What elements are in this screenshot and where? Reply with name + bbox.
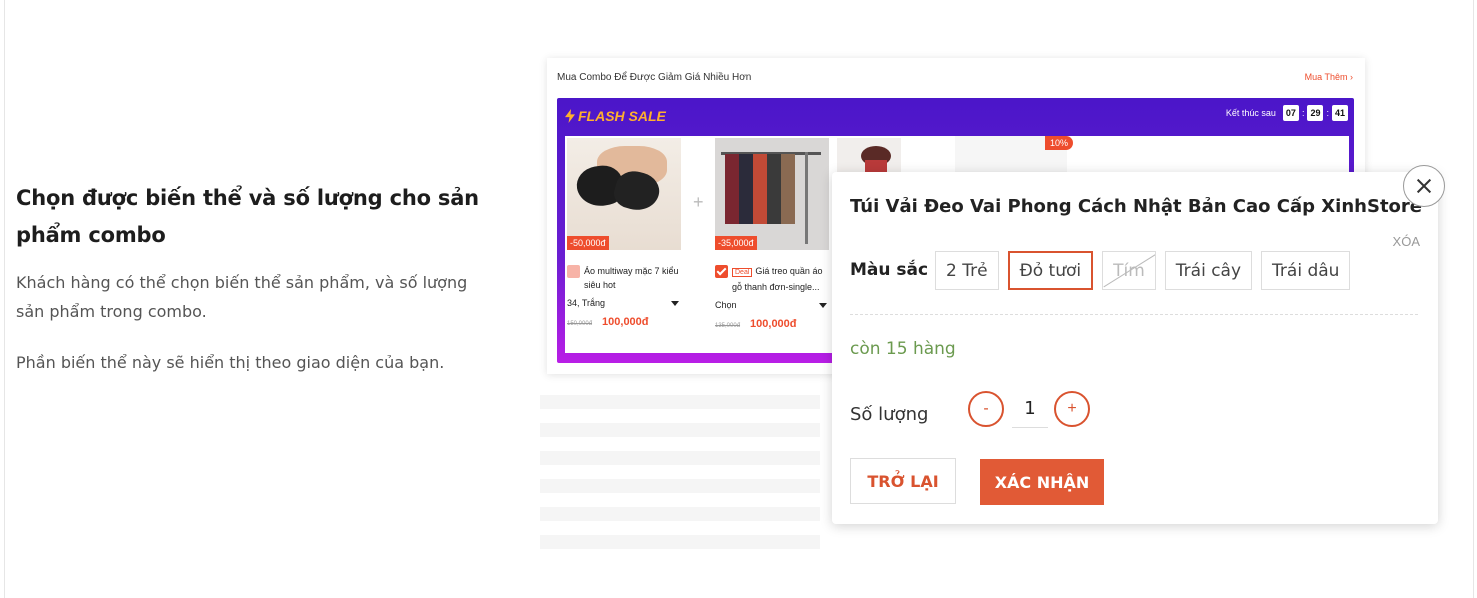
feature-para-1: Khách hàng có thể chọn biến thể sản phẩm… <box>16 273 468 321</box>
color-option[interactable]: Trái cây <box>1164 251 1253 290</box>
variant-value: 34, Trắng <box>567 298 606 308</box>
item-name-row: Áo multiway mặc 7 kiểu siêu hot <box>567 264 683 292</box>
combo-item: -35,000đ Deal Giá treo quần áo gỗ thanh đ… <box>715 138 831 330</box>
faded-background <box>540 395 820 555</box>
divider <box>850 314 1418 315</box>
combo-header: Mua Combo Để Được Giảm Giá Nhiều Hơn Mua… <box>547 58 1365 96</box>
dropdown-arrow-icon <box>671 301 679 306</box>
lightning-icon <box>565 109 575 123</box>
feature-heading: Chọn được biến thể và số lượng cho sản p… <box>16 186 479 247</box>
quantity-value[interactable]: 1 <box>1012 394 1048 428</box>
quantity-minus-button[interactable]: - <box>968 391 1004 427</box>
color-option-selected[interactable]: Đỏ tươi <box>1007 251 1094 290</box>
timer-label: Kết thúc sau <box>1225 108 1276 118</box>
flash-sale-title: FLASH SALE <box>565 108 666 124</box>
item-checkbox[interactable] <box>715 265 728 278</box>
plus-icon: + <box>693 192 704 212</box>
combo-item: -50,000đ Áo multiway mặc 7 kiểu siêu hot… <box>567 138 683 328</box>
stock-text: còn 15 hàng <box>850 339 956 359</box>
popup-product-title: Túi Vải Đeo Vai Phong Cách Nhật Bản Cao … <box>850 196 1423 217</box>
confirm-button[interactable]: XÁC NHẬN <box>980 459 1104 505</box>
discount-tag: 10% <box>1045 136 1074 150</box>
timer-sep: : <box>1301 108 1305 118</box>
item-name-wrap: Deal Giá treo quần áo gỗ thanh đơn-single… <box>732 264 831 294</box>
combo-header-title: Mua Combo Để Được Giảm Giá Nhiều Hơn <box>557 71 752 83</box>
quantity-plus-button[interactable]: + <box>1054 391 1090 427</box>
sale-price: 100,000đ <box>750 318 797 330</box>
timer-sep: : <box>1326 108 1329 118</box>
old-price: 135,000đ <box>715 323 741 329</box>
discount-badge: -50,000đ <box>567 236 609 250</box>
clear-button[interactable]: XÓA <box>1393 234 1420 249</box>
timer-seconds: 41 <box>1331 105 1348 121</box>
sale-price: 100,000đ <box>602 316 649 328</box>
back-button[interactable]: TRỞ LẠI <box>850 458 956 504</box>
feature-description: Chọn được biến thể và số lượng cho sản p… <box>16 180 496 377</box>
dropdown-arrow-icon <box>819 303 827 308</box>
color-option[interactable]: Trái dâu <box>1261 251 1351 290</box>
price-row: 150,000đ 100,000đ <box>567 316 683 328</box>
discount-badge: -35,000đ <box>715 236 757 250</box>
color-option-disabled: Tím <box>1102 251 1156 290</box>
old-price: 150,000đ <box>567 321 593 327</box>
feature-para-2: Phần biến thể này sẽ hiển thị theo giao … <box>16 353 445 372</box>
timer-minutes: 29 <box>1307 105 1324 121</box>
price-row: 135,000đ 100,000đ <box>715 318 831 330</box>
variant-select[interactable]: 34, Trắng <box>567 298 683 308</box>
color-option[interactable]: 2 Trẻ <box>935 251 999 290</box>
close-icon[interactable] <box>1403 165 1445 207</box>
variant-popup: Túi Vải Đeo Vai Phong Cách Nhật Bản Cao … <box>832 172 1438 524</box>
item-name-row: Deal Giá treo quần áo gỗ thanh đơn-single… <box>715 264 831 294</box>
timer-hours: 07 <box>1282 105 1299 121</box>
buy-more-link[interactable]: Mua Thêm › <box>1305 72 1353 82</box>
product-image[interactable]: -35,000đ <box>715 138 829 250</box>
item-name: Áo multiway mặc 7 kiểu siêu hot <box>584 266 679 290</box>
item-checkbox[interactable] <box>567 265 580 278</box>
quantity-label: Số lượng <box>850 404 929 425</box>
variant-select[interactable]: Chọn <box>715 300 831 310</box>
flash-sale-label: FLASH SALE <box>578 108 666 124</box>
color-label: Màu sắc <box>850 260 929 280</box>
product-image[interactable]: -50,000đ <box>567 138 681 250</box>
color-options: 2 Trẻ Đỏ tươi Tím Trái cây Trái dâu <box>935 251 1351 290</box>
countdown-timer: Kết thúc sau 07 : 29 : 41 <box>1226 105 1348 121</box>
deal-tag: Deal <box>732 268 753 277</box>
variant-value: Chọn <box>715 300 737 310</box>
